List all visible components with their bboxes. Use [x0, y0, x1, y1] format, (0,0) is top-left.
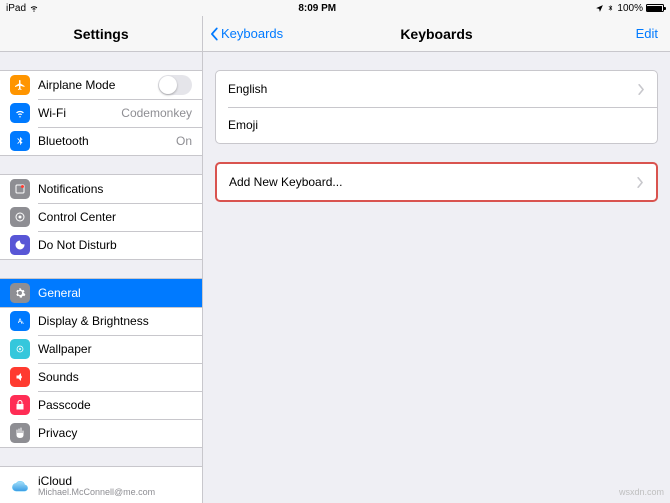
svg-text:A: A: [21, 320, 24, 325]
airplane-icon: [10, 75, 30, 95]
wifi-icon: [29, 3, 39, 13]
row-label: Add New Keyboard...: [229, 175, 637, 189]
edit-button[interactable]: Edit: [636, 16, 658, 51]
device-label: iPad: [6, 3, 26, 14]
chevron-right-icon: [638, 84, 645, 95]
status-time: 8:09 PM: [298, 3, 336, 14]
sidebar-item-label: Wallpaper: [38, 342, 192, 356]
notifications-icon: [10, 179, 30, 199]
wallpaper-icon: [10, 339, 30, 359]
sidebar-group: Airplane Mode Wi-Fi Codemonkey Bluetooth…: [0, 70, 202, 156]
wifi-value: Codemonkey: [121, 106, 192, 120]
keyboard-row-emoji[interactable]: Emoji: [216, 107, 657, 143]
status-left: iPad: [6, 3, 39, 14]
page-title: Keyboards: [400, 26, 472, 42]
sidebar-group: Notifications Control Center Do Not Dist…: [0, 174, 202, 260]
add-keyboard-group: Add New Keyboard...: [215, 162, 658, 202]
cloud-icon: [10, 475, 30, 495]
sidebar-item-label: Sounds: [38, 370, 192, 384]
sidebar-item-label: Control Center: [38, 210, 192, 224]
sidebar-item-bluetooth[interactable]: Bluetooth On: [0, 127, 202, 155]
sidebar-group: iCloud Michael.McConnell@me.com: [0, 466, 202, 503]
sidebar-item-label: Privacy: [38, 426, 192, 440]
label-wrap: iCloud Michael.McConnell@me.com: [38, 474, 155, 497]
chevron-right-icon: [637, 177, 644, 188]
sidebar-item-airplane[interactable]: Airplane Mode: [0, 71, 202, 99]
bluetooth-icon: [10, 131, 30, 151]
main-body[interactable]: English Emoji Add New Keyboard...: [203, 52, 670, 503]
add-new-keyboard-row[interactable]: Add New Keyboard...: [217, 164, 656, 200]
sidebar-title: Settings: [0, 16, 202, 52]
sidebar-item-label: General: [38, 286, 192, 300]
sidebar-item-label: Passcode: [38, 398, 192, 412]
sidebar-body[interactable]: Airplane Mode Wi-Fi Codemonkey Bluetooth…: [0, 52, 202, 503]
wifi-icon: [10, 103, 30, 123]
bluetooth-icon: [607, 3, 614, 13]
container: Settings Airplane Mode Wi-Fi Codemonkey: [0, 16, 670, 503]
sidebar-item-dnd[interactable]: Do Not Disturb: [0, 231, 202, 259]
sidebar-item-wallpaper[interactable]: Wallpaper: [0, 335, 202, 363]
watermark: wsxdn.com: [619, 487, 664, 497]
sidebar-item-privacy[interactable]: Privacy: [0, 419, 202, 447]
sidebar-item-label: iCloud: [38, 474, 155, 488]
controlcenter-icon: [10, 207, 30, 227]
hand-icon: [10, 423, 30, 443]
sidebar: Settings Airplane Mode Wi-Fi Codemonkey: [0, 16, 203, 503]
sidebar-item-notifications[interactable]: Notifications: [0, 175, 202, 203]
main-panel: Keyboards Keyboards Edit English Emoji: [203, 16, 670, 503]
sidebar-item-controlcenter[interactable]: Control Center: [0, 203, 202, 231]
airplane-toggle[interactable]: [158, 75, 192, 95]
location-icon: [595, 4, 604, 13]
keyboard-list-group: English Emoji: [215, 70, 658, 144]
sidebar-item-icloud[interactable]: iCloud Michael.McConnell@me.com: [0, 467, 202, 503]
gear-icon: [10, 283, 30, 303]
sidebar-group: General AA Display & Brightness Wallpape…: [0, 278, 202, 448]
sidebar-item-label: Notifications: [38, 182, 192, 196]
main-header: Keyboards Keyboards Edit: [203, 16, 670, 52]
sidebar-item-label: Display & Brightness: [38, 314, 192, 328]
sidebar-item-display[interactable]: AA Display & Brightness: [0, 307, 202, 335]
battery-percent: 100%: [617, 3, 643, 14]
lock-icon: [10, 395, 30, 415]
keyboard-row-english[interactable]: English: [216, 71, 657, 107]
sidebar-item-sounds[interactable]: Sounds: [0, 363, 202, 391]
sidebar-item-label: Bluetooth: [38, 134, 176, 148]
sidebar-item-label: Airplane Mode: [38, 78, 158, 92]
status-bar: iPad 8:09 PM 100%: [0, 0, 670, 16]
status-right: 100%: [595, 3, 664, 14]
sidebar-item-label: Do Not Disturb: [38, 238, 192, 252]
sounds-icon: [10, 367, 30, 387]
row-label: Emoji: [228, 118, 645, 132]
sidebar-item-label: Wi-Fi: [38, 106, 121, 120]
moon-icon: [10, 235, 30, 255]
row-label: English: [228, 82, 638, 96]
battery-icon: [646, 4, 664, 12]
back-label: Keyboards: [221, 26, 283, 41]
display-icon: AA: [10, 311, 30, 331]
icloud-email: Michael.McConnell@me.com: [38, 487, 155, 497]
bluetooth-value: On: [176, 134, 192, 148]
back-button[interactable]: Keyboards: [209, 16, 283, 51]
sidebar-item-general[interactable]: General: [0, 279, 202, 307]
sidebar-item-wifi[interactable]: Wi-Fi Codemonkey: [0, 99, 202, 127]
sidebar-item-passcode[interactable]: Passcode: [0, 391, 202, 419]
